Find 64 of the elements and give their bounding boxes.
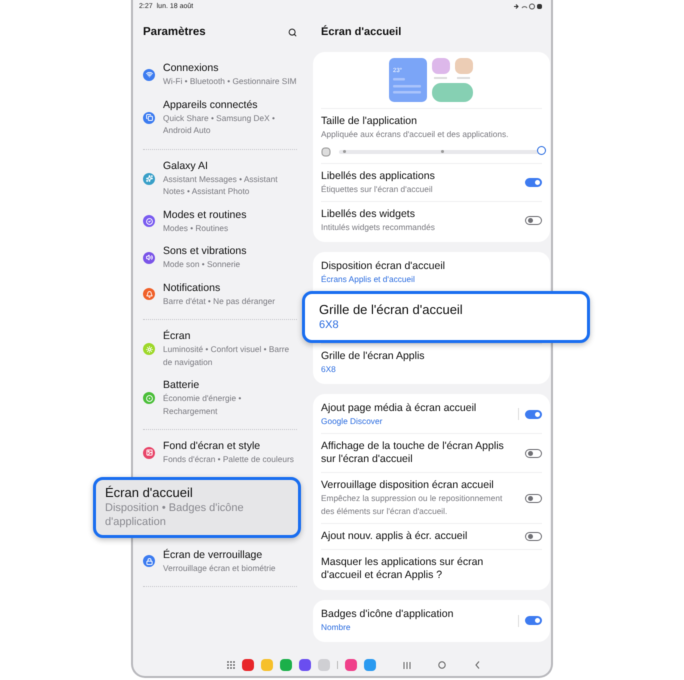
setting-title: Libellés des widgets <box>321 208 416 221</box>
setting-value: 6X8 <box>321 363 337 376</box>
menu-item-subtitle: Mode son • Sonnerie <box>163 258 242 270</box>
search-icon[interactable] <box>288 28 297 36</box>
setting-value: Nombre <box>321 621 352 634</box>
toggle-switch[interactable] <box>525 616 542 626</box>
toggle-switch[interactable] <box>525 216 542 226</box>
menu-item-title[interactable]: Galaxy AI <box>163 160 297 172</box>
page-title: Écran d'accueil <box>320 26 402 38</box>
menu-item-title[interactable]: Appareils connectés <box>163 98 297 112</box>
menu-item-title[interactable]: Batterie <box>163 379 297 392</box>
highlighted-menu-item[interactable]: Écran d'accueil Disposition • Badges d'icône d'application <box>93 476 301 538</box>
menu-item-title[interactable]: Fond d'écran et style <box>163 440 294 453</box>
small-app-icon <box>321 146 331 156</box>
slider-thumb[interactable] <box>537 146 546 154</box>
menu-item-title[interactable]: Notifications <box>163 282 275 294</box>
menu-item-title[interactable]: Connexions <box>163 62 297 75</box>
home-circle-icon[interactable] <box>438 661 446 669</box>
menu-item-subtitle: Disposition • Badges d'icône d'application <box>105 500 245 528</box>
menu-item-title[interactable]: Écran de verrouillage <box>163 548 276 562</box>
menu-item-title: Écran d'accueil <box>105 484 194 500</box>
setting-subtitle: Appliquée aux écrans d'accueil et des applications. <box>321 128 510 140</box>
settings-title: Paramètres <box>143 26 206 38</box>
back-icon[interactable] <box>475 661 480 669</box>
menu-item-subtitle: Wi-Fi • Bluetooth • Gestionnaire SIM <box>163 75 297 88</box>
menu-item-subtitle: Fonds d'écran • Palette de couleurs <box>163 453 294 466</box>
menu-item-subtitle: Assistant Messages • Assistant Notes • Assistant Photo <box>163 172 278 198</box>
setting-title: Ajout nouv. applis à écr. accueil <box>321 530 468 543</box>
toggle-switch[interactable] <box>525 494 542 502</box>
menu-item-subtitle: Luminosité • Confort visuel • Barre de navigation <box>163 343 290 368</box>
menu-item-subtitle: Quick Share • Samsung DeX • Android Auto <box>163 112 276 136</box>
app-icon[interactable] <box>242 659 254 671</box>
toggle-switch[interactable] <box>525 410 542 419</box>
setting-title: Taille de l'application <box>321 115 418 128</box>
menu-item-title[interactable]: Modes et routines <box>163 208 246 222</box>
app-icon[interactable] <box>299 659 311 671</box>
setting-title: Grille de l'écran d'accueil <box>319 302 464 318</box>
setting-title[interactable]: Disposition écran d'accueil <box>321 260 445 272</box>
setting-title: Badges d'icône d'application <box>321 608 454 621</box>
menu-item-subtitle: Verrouillage écran et biométrie <box>163 562 276 574</box>
setting-title[interactable]: Masquer les applications sur écran d'accueil et écran Applis ? <box>321 556 517 582</box>
toggle-switch[interactable] <box>525 448 542 458</box>
setting-title: Ajout page média à écran accueil <box>321 402 476 414</box>
app-grid-icon[interactable] <box>227 661 235 669</box>
setting-title: Libellés des applications <box>321 170 435 182</box>
highlighted-setting[interactable]: Grille de l'écran d'accueil 6X8 <box>302 291 590 343</box>
toggle-switch[interactable] <box>525 178 542 187</box>
setting-title: Affichage de la touche de l'écran Applis sur l'écran d'accueil <box>321 440 505 466</box>
menu-item-title[interactable]: Sons et vibrations <box>163 245 246 258</box>
setting-title[interactable]: Grille de l'écran Applis <box>321 350 425 363</box>
status-icons-drawing <box>513 2 543 10</box>
setting-value: Écrans Applis et d'accueil <box>321 272 416 285</box>
menu-item-subtitle: Économie d'énergie • Rechargement <box>163 392 242 417</box>
menu-item-subtitle: Barre d'état • Ne pas déranger <box>163 294 275 307</box>
setting-value: 6X8 <box>319 318 340 332</box>
setting-subtitle: Étiquettes sur l'écran d'accueil <box>321 182 434 195</box>
recents-icon[interactable] <box>403 662 411 668</box>
setting-title: Verrouillage disposition écran accueil <box>321 479 495 492</box>
setting-subtitle: Empêchez la suppression ou le repositionnement des éléments sur l'écran d'accueil. <box>321 492 504 517</box>
setting-subtitle: Intitulés widgets recommandés <box>321 221 435 234</box>
menu-item-subtitle: Modes • Routines <box>163 222 230 234</box>
setting-value: Google Discover <box>321 414 384 427</box>
menu-item-title[interactable]: Écran <box>163 330 297 343</box>
toggle-switch[interactable] <box>525 532 542 541</box>
